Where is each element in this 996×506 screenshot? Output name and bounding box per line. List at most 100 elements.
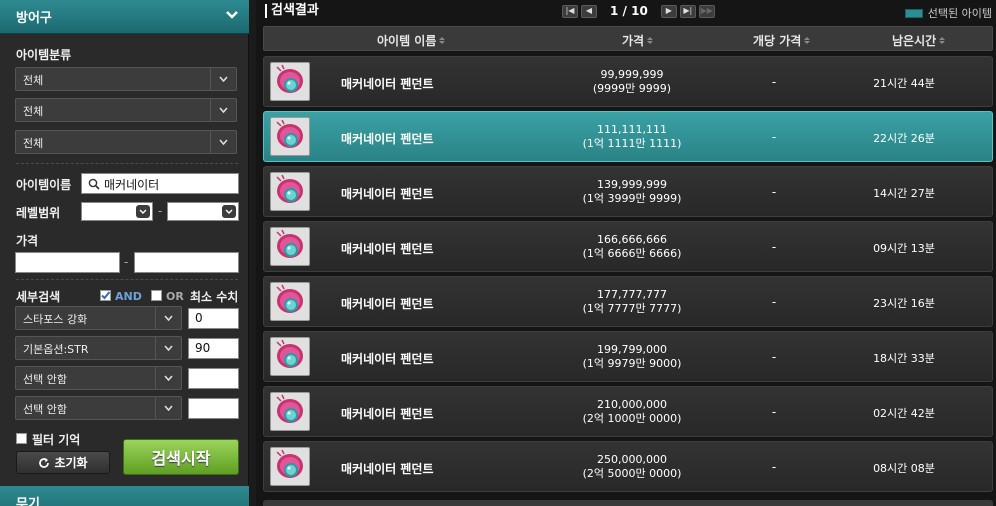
item-name: 매커네이터 펜던트	[341, 132, 434, 146]
option-select-1-value: 스타포스 강화	[23, 313, 88, 326]
category-header-weapon[interactable]: 무기	[0, 486, 249, 506]
option-value-input-4[interactable]	[188, 398, 239, 419]
category-header-armor[interactable]: 방어구	[0, 0, 249, 34]
selected-swatch	[904, 8, 923, 18]
search-start-button[interactable]: 검색시작	[123, 439, 239, 475]
unit-price-cell: -	[771, 240, 777, 254]
next-category-title: 무기	[16, 497, 40, 506]
option-select-4[interactable]: 선택 안함	[15, 396, 182, 420]
level-max-select[interactable]	[167, 202, 239, 221]
selected-legend-label: 선택된 아이템	[927, 7, 992, 20]
price-korean: (1억 9979만 9000)	[582, 357, 682, 370]
option-select-1[interactable]: 스타포스 강화	[15, 306, 182, 330]
option-select-3[interactable]: 선택 안함	[15, 366, 182, 390]
item-name-input[interactable]: 매커네이터	[81, 173, 239, 194]
results-title-bar: 검색결과 |◀ ◀ 1 / 10 ▶ ▶| ▶▶ 선택된 아이템	[256, 0, 996, 24]
or-label: OR	[166, 290, 184, 303]
item-name: 매커네이터 펜던트	[341, 77, 434, 91]
next-10-button[interactable]: ▶|	[679, 4, 696, 18]
option-select-4-value: 선택 안함	[23, 403, 67, 416]
table-row[interactable]: 매커네이터 펜던트 199,799,000 (1억 9979만 9000) - …	[263, 331, 993, 382]
option-value-input-3[interactable]	[188, 368, 239, 389]
price-cell: 166,666,666 (1억 6666만 6666)	[562, 233, 702, 261]
time-left-cell: 21시간 44분	[873, 77, 935, 90]
next-page-icon: ▶	[665, 6, 672, 15]
class-select-2[interactable]: 전체	[15, 98, 237, 122]
price-value: 166,666,666	[597, 233, 667, 246]
pendant-icon	[270, 447, 310, 486]
item-name: 매커네이터 펜던트	[341, 352, 434, 366]
chevron-down-icon	[210, 68, 236, 90]
table-row[interactable]: 매커네이터 펜던트 111,111,111 (1억 1111만 1111) - …	[263, 111, 993, 162]
unit-price-cell: -	[771, 350, 777, 364]
sort-icon	[939, 37, 946, 44]
price-cell: 210,000,000 (2억 1000만 0000)	[562, 398, 702, 426]
option-value-1: 0	[195, 311, 203, 325]
first-page-button[interactable]: |◀	[562, 4, 578, 18]
price-min-input[interactable]	[15, 252, 120, 273]
price-korean: (1억 1111만 1111)	[582, 137, 682, 150]
chevron-down-icon	[155, 307, 181, 329]
item-name: 매커네이터 펜던트	[341, 407, 434, 421]
next-10-icon: ▶|	[683, 6, 693, 15]
unit-price-cell: -	[771, 75, 777, 89]
level-min-select[interactable]	[81, 202, 153, 221]
pendant-icon	[270, 282, 310, 321]
column-header-time-left[interactable]: 남은시간	[892, 32, 946, 49]
column-header-name[interactable]: 아이템 이름	[377, 32, 446, 49]
column-unit-price-label: 개당 가격	[753, 34, 802, 48]
sort-icon	[439, 37, 446, 44]
and-label: AND	[115, 290, 142, 303]
time-left-cell: 22시간 26분	[873, 132, 935, 145]
and-checkbox[interactable]	[100, 290, 111, 301]
chevron-down-icon	[210, 131, 236, 153]
pagination: |◀ ◀ 1 / 10 ▶ ▶| ▶▶	[562, 4, 715, 18]
min-value-label: 최소 수치	[190, 290, 239, 304]
class-select-1[interactable]: 전체	[15, 67, 237, 91]
option-value-input-2[interactable]: 90	[188, 338, 239, 359]
table-row[interactable]: 매커네이터 펜던트 210,000,000 (2억 1000만 0000) - …	[263, 386, 993, 437]
price-cell: 250,000,000 (2억 5000만 0000)	[562, 453, 702, 481]
column-time-label: 남은시간	[892, 34, 937, 48]
price-cell: 111,111,111 (1억 1111만 1111)	[562, 123, 702, 151]
divider	[16, 163, 238, 164]
time-left-cell: 02시간 42분	[873, 407, 935, 420]
price-korean: (1억 7777만 7777)	[582, 302, 682, 315]
time-left-cell: 09시간 13분	[873, 242, 935, 255]
price-max-input[interactable]	[134, 252, 239, 273]
filter-memory-checkbox[interactable]	[16, 433, 27, 444]
column-header-unit-price[interactable]: 개당 가격	[753, 32, 811, 49]
column-header-price[interactable]: 가격	[622, 32, 654, 49]
class-select-2-value: 전체	[23, 105, 44, 118]
refresh-icon	[39, 457, 50, 468]
first-page-icon: |◀	[565, 6, 575, 15]
results-title: 검색결과	[265, 4, 319, 18]
unit-price-cell: -	[771, 460, 777, 474]
column-name-label: 아이템 이름	[377, 34, 437, 48]
price-korean: (2억 5000만 0000)	[582, 467, 682, 480]
class-select-3[interactable]: 전체	[15, 130, 237, 154]
or-checkbox[interactable]	[151, 290, 162, 301]
table-row[interactable]: 매커네이터 펜던트 177,777,777 (1억 7777만 7777) - …	[263, 276, 993, 327]
column-price-label: 가격	[622, 34, 645, 48]
prev-page-button[interactable]: ◀	[581, 4, 597, 18]
chevron-down-icon	[155, 397, 181, 419]
price-value: 111,111,111	[597, 123, 667, 136]
category-title: 방어구	[16, 11, 52, 26]
price-korean: (1억 6666만 6666)	[582, 247, 682, 260]
table-row[interactable]: 매커네이터 펜던트 139,999,999 (1억 3999만 9999) - …	[263, 166, 993, 217]
last-page-button[interactable]: ▶▶	[698, 4, 715, 18]
option-value-input-1[interactable]: 0	[188, 308, 239, 329]
page-info: 1 / 10	[610, 4, 648, 18]
prev-page-icon: ◀	[585, 6, 593, 15]
reset-button[interactable]: 초기화	[16, 451, 110, 474]
table-row[interactable]: 매커네이터 펜던트 166,666,666 (1억 6666만 6666) - …	[263, 221, 993, 272]
table-row[interactable]: 매커네이터 펜던트 99,999,999 (9999만 9999) - 21시간…	[263, 56, 993, 107]
item-name: 매커네이터 펜던트	[341, 242, 434, 256]
option-select-2[interactable]: 기본옵션:STR	[15, 336, 182, 360]
price-cell: 139,999,999 (1억 3999만 9999)	[562, 178, 702, 206]
item-name: 매커네이터 펜던트	[341, 187, 434, 201]
next-page-button[interactable]: ▶	[660, 4, 677, 18]
search-icon	[88, 178, 100, 190]
table-row[interactable]: 매커네이터 펜던트 250,000,000 (2억 5000만 0000) - …	[263, 441, 993, 492]
